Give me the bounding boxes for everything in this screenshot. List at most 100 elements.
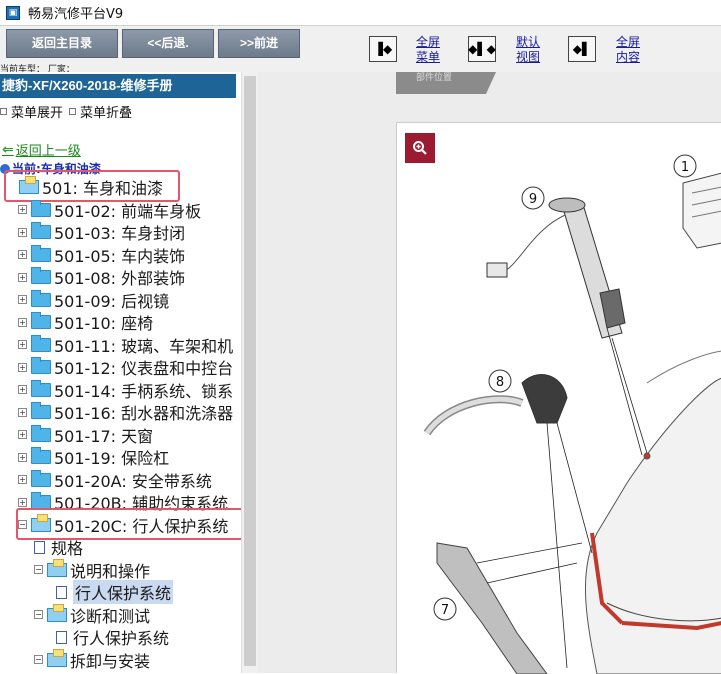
pane-split-icon: ◆▌◆ (468, 42, 496, 56)
fullscreen-content-link[interactable]: 全屏 内容 (616, 35, 640, 65)
fullscreen-menu-button[interactable]: ▐◆ (369, 36, 397, 62)
pane-left-icon: ▐◆ (373, 42, 393, 56)
tree-item-label[interactable]: 501-17: 天窗 (54, 423, 153, 447)
folder-icon (31, 334, 51, 352)
tree-item-label[interactable]: 501-12: 仪表盘和中控台 (54, 355, 233, 379)
expand-toggle-icon[interactable]: + (18, 407, 27, 417)
tree-item-label[interactable]: 501-19: 保险杠 (54, 445, 169, 469)
svg-text:7: 7 (441, 603, 449, 618)
tree-node[interactable]: +501-03: 车身封闭 (18, 221, 185, 243)
sidebar: 捷豹-XF/X260-2018-维修手册 菜单展开 菜单折叠 ⇐ 返回上一级 当… (0, 72, 241, 673)
folder-icon (31, 267, 51, 284)
expand-toggle-icon[interactable]: + (18, 272, 27, 282)
pane-right-icon: ◆▌ (572, 42, 592, 56)
expand-toggle-icon[interactable]: + (18, 340, 27, 349)
back-to-main-button[interactable]: 返回主目录 (6, 29, 118, 58)
highlight-annotation (16, 507, 241, 540)
expand-toggle-icon[interactable]: + (18, 475, 27, 484)
collapse-toggle-icon[interactable]: − (34, 610, 43, 619)
tree-node[interactable]: +501-09: 后视镜 (18, 289, 169, 311)
callout-9: 9 (521, 186, 545, 210)
scroll-thumb[interactable] (244, 76, 256, 666)
expand-all-button[interactable]: 菜单展开 (0, 102, 63, 121)
back-arrow-icon: ⇐ (2, 141, 14, 158)
expand-toggle-icon[interactable]: + (18, 295, 27, 304)
sidebar-scrollbar[interactable] (241, 72, 258, 673)
folder-icon (31, 402, 51, 419)
svg-text:8: 8 (496, 375, 504, 390)
collapse-toggle-icon[interactable]: − (34, 655, 43, 664)
tree-item-label[interactable]: 行人保护系统 (73, 625, 169, 649)
car-front (585, 350, 721, 674)
parts-illustration: 1 9 8 7 (423, 154, 721, 674)
expand-toggle-icon[interactable]: + (18, 497, 27, 507)
folder-icon (31, 447, 51, 464)
tree-item-label[interactable]: 501-08: 外部装饰 (54, 265, 185, 289)
tree-node[interactable]: +501-17: 天窗 (18, 424, 153, 446)
forward-button[interactable]: >>前进 (218, 29, 300, 58)
tree-item-label[interactable]: 501-16: 刮水器和洗涤器 (54, 400, 233, 424)
back-up-link[interactable]: ⇐ 返回上一级 (2, 140, 81, 160)
content-pane: 部件位置 1 9 8 7 (258, 72, 721, 674)
tree-node[interactable]: − 拆卸与安装 (34, 648, 150, 672)
tree-item-label[interactable]: 行人保护系统 (73, 580, 174, 604)
tree-node[interactable]: +501-05: 车内装饰 (18, 244, 185, 266)
tree-leaf[interactable]: 行人保护系统 (56, 626, 169, 648)
tree-item-label[interactable]: 501-03: 车身封闭 (54, 220, 185, 244)
tree-node[interactable]: +501-20A: 安全带系统 (18, 469, 212, 491)
document-icon (34, 540, 45, 554)
tree-item-label[interactable]: 501-02: 前端车身板 (54, 198, 201, 222)
expand-toggle-icon[interactable]: + (18, 227, 27, 237)
tree-node[interactable]: +501-08: 外部装饰 (18, 266, 185, 288)
tree-item-label[interactable]: 拆卸与安装 (70, 648, 150, 672)
expand-toggle-icon[interactable]: + (18, 385, 27, 394)
component-diagram: 1 9 8 7 (396, 122, 721, 674)
fullscreen-menu-link[interactable]: 全屏 菜单 (416, 35, 440, 65)
expand-toggle-icon[interactable]: + (18, 205, 27, 214)
tree-node[interactable]: +501-14: 手柄系统、锁系 (18, 379, 233, 401)
callout-7: 7 (433, 597, 457, 621)
collapse-toggle-icon[interactable]: − (34, 565, 43, 574)
back-button[interactable]: <<后退. (122, 29, 214, 58)
tree-node[interactable]: +501-19: 保险杠 (18, 446, 169, 468)
folder-icon (31, 199, 51, 217)
expand-toggle-icon[interactable]: + (18, 362, 27, 372)
tree-item-label[interactable]: 说明和操作 (70, 558, 150, 582)
expand-icon (0, 108, 7, 115)
open-folder-icon (47, 603, 67, 622)
tree-node[interactable]: − 说明和操作 (34, 558, 150, 582)
window-title: 畅易汽修平台V9 (28, 7, 124, 22)
tree-item-label[interactable]: 501-11: 玻璃、车架和机 (54, 333, 233, 357)
toolbar: 返回主目录 <<后退. >>前进 ▐◆ 全屏 菜单 ◆▌◆ 默认 视图 ◆▌ 全屏内… (0, 26, 721, 75)
tree-node[interactable]: +501-12: 仪表盘和中控台 (18, 356, 233, 378)
collapse-all-button[interactable]: 菜单折叠 (69, 102, 132, 121)
tree-item-label[interactable]: 诊断和测试 (70, 603, 150, 627)
tree-node[interactable]: − 诊断和测试 (34, 603, 150, 627)
open-folder-icon (47, 648, 67, 667)
tree-item-label[interactable]: 501-14: 手柄系统、锁系 (54, 378, 233, 402)
tree-item-label[interactable]: 501-10: 座椅 (54, 310, 153, 334)
tree-leaf[interactable]: 规格 (34, 536, 83, 558)
content-tab: 部件位置 (396, 72, 496, 94)
expand-toggle-icon[interactable]: + (18, 317, 27, 327)
fullscreen-content-button[interactable]: ◆▌ (568, 36, 596, 62)
tree-node[interactable]: +501-16: 刮水器和洗涤器 (18, 401, 233, 423)
tree-node[interactable]: +501-10: 座椅 (18, 311, 153, 333)
tree-item-label[interactable]: 501-05: 车内装饰 (54, 243, 185, 267)
folder-icon (31, 379, 51, 397)
expand-toggle-icon[interactable]: + (18, 452, 27, 462)
folder-icon (31, 244, 51, 262)
tree-node[interactable]: +501-11: 玻璃、车架和机 (18, 334, 233, 356)
tree-leaf[interactable]: 行人保护系统 (56, 580, 174, 604)
default-view-button[interactable]: ◆▌◆ (468, 36, 496, 62)
tree-item-label[interactable]: 501-09: 后视镜 (54, 288, 169, 312)
default-view-link[interactable]: 默认 视图 (516, 35, 540, 65)
folder-icon (31, 222, 51, 239)
tree-item-label[interactable]: 规格 (51, 535, 83, 559)
tree-node[interactable]: +501-02: 前端车身板 (18, 199, 201, 221)
expand-toggle-icon[interactable]: + (18, 430, 27, 439)
app-icon: ▣ (6, 5, 20, 20)
document-icon (56, 585, 67, 599)
expand-toggle-icon[interactable]: + (18, 250, 27, 259)
tree-item-label[interactable]: 501-20A: 安全带系统 (54, 468, 212, 492)
